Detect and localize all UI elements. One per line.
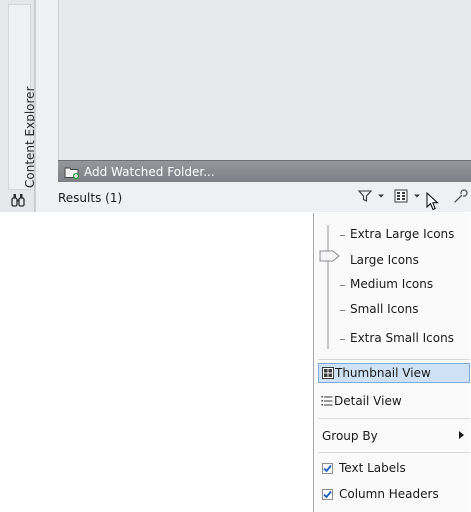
- column-headers-item[interactable]: Column Headers: [318, 484, 470, 504]
- view-options-button[interactable]: [394, 186, 421, 206]
- detail-view-icon: [321, 396, 333, 406]
- size-large-icons[interactable]: Large Icons: [340, 253, 419, 267]
- add-folder-icon: [64, 167, 79, 179]
- settings-button[interactable]: [453, 186, 468, 206]
- thumbnail-view-label: Thumbnail View: [335, 366, 431, 380]
- thumbnail-view-icon: [322, 367, 334, 379]
- content-panel: Add Watched Folder... Results (1): [35, 0, 471, 212]
- thumbnail-view-item[interactable]: Thumbnail View: [318, 363, 470, 383]
- add-watched-folder-button[interactable]: Add Watched Folder...: [58, 162, 218, 181]
- detail-view-item[interactable]: Detail View: [318, 391, 470, 411]
- column-headers-checkbox[interactable]: [322, 488, 333, 500]
- view-icon: [394, 189, 408, 203]
- chevron-down-icon: [414, 194, 420, 198]
- wrench-icon: [454, 188, 468, 203]
- size-small-icons[interactable]: Small Icons: [340, 302, 418, 316]
- binoculars-icon[interactable]: [10, 192, 26, 208]
- text-labels-checkbox[interactable]: [322, 462, 333, 474]
- column-headers-label: Column Headers: [339, 487, 439, 501]
- size-medium-icons[interactable]: Medium Icons: [340, 277, 433, 291]
- detail-view-label: Detail View: [334, 394, 402, 408]
- chevron-down-icon: [378, 194, 384, 198]
- checkmark-icon: [323, 464, 332, 472]
- filter-icon: [358, 190, 372, 202]
- group-by-item[interactable]: Group By: [318, 426, 470, 446]
- group-by-label: Group By: [322, 429, 378, 443]
- results-count: Results (1): [58, 191, 123, 205]
- size-extra-small-icons[interactable]: Extra Small Icons: [340, 331, 454, 345]
- filter-button[interactable]: [358, 186, 385, 206]
- submenu-arrow-icon: [459, 431, 464, 439]
- view-options-menu: Extra Large Icons Large Icons Medium Ico…: [313, 213, 470, 512]
- checkmark-icon: [323, 490, 332, 498]
- icon-size-slider-thumb[interactable]: [319, 250, 341, 262]
- menu-separator: [318, 418, 470, 419]
- text-labels-label: Text Labels: [339, 461, 406, 475]
- watched-folders-area: [58, 0, 471, 160]
- watched-folder-bar: Add Watched Folder...: [58, 160, 471, 182]
- text-labels-item[interactable]: Text Labels: [318, 458, 470, 478]
- content-explorer-side-tab[interactable]: Content Explorer: [0, 0, 37, 212]
- menu-separator: [318, 359, 470, 360]
- mouse-cursor-icon: [426, 192, 439, 211]
- results-row: Results (1): [58, 182, 471, 212]
- menu-separator: [318, 452, 470, 453]
- size-extra-large-icons[interactable]: Extra Large Icons: [340, 227, 454, 241]
- add-watched-folder-label: Add Watched Folder...: [84, 164, 215, 179]
- icon-size-slider-track[interactable]: [327, 225, 329, 349]
